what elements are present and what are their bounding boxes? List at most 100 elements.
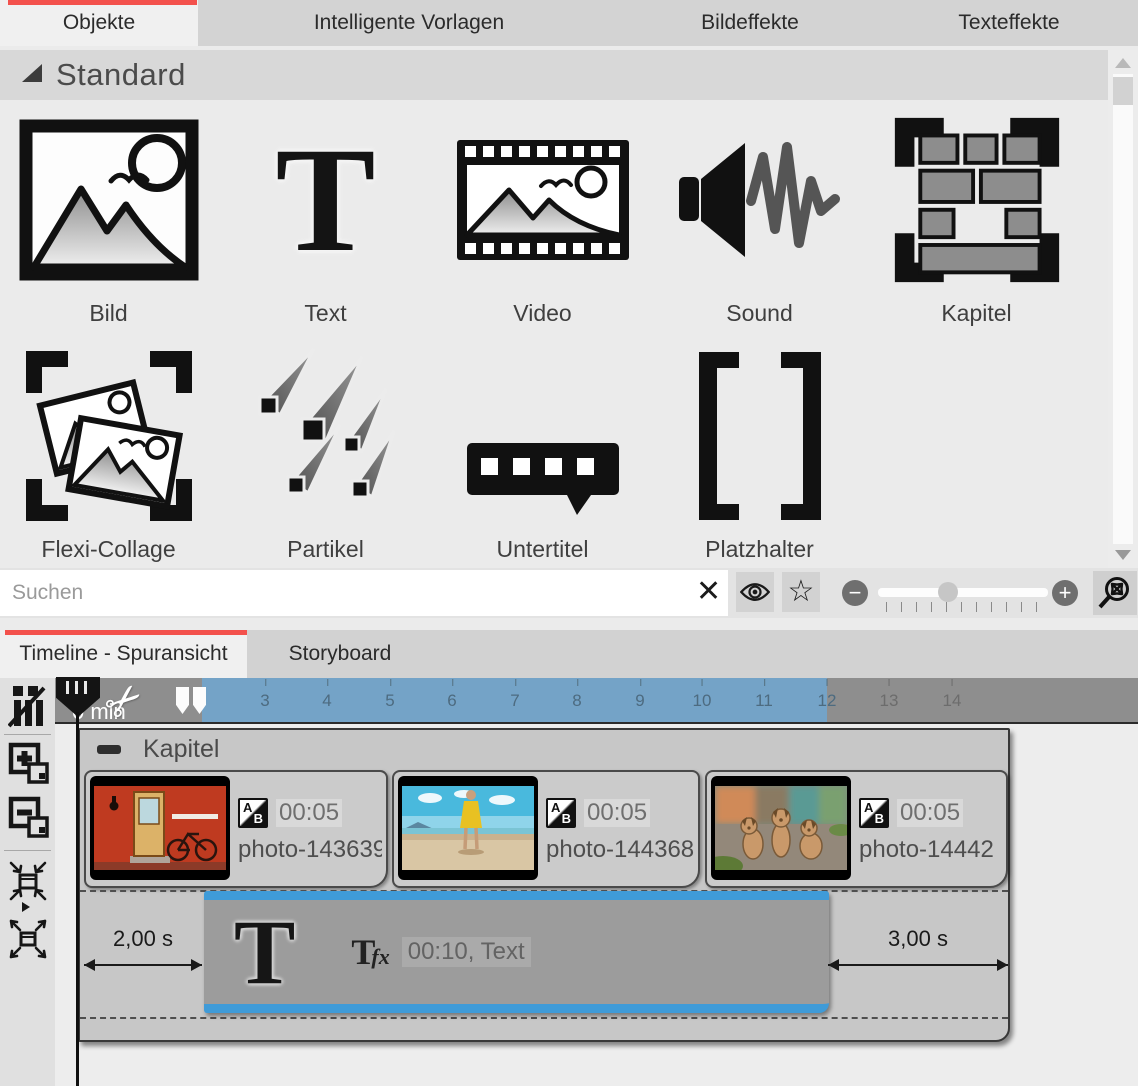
tab-intelligente-vorlagen[interactable]: Intelligente Vorlagen bbox=[198, 0, 620, 46]
placeholder-icon bbox=[665, 340, 855, 532]
chapter-track-group: Kapitel bbox=[78, 728, 1010, 1042]
flexi-collage-icon bbox=[14, 340, 204, 532]
toggle-track-header-button[interactable] bbox=[8, 684, 46, 733]
preview-visibility-button[interactable] bbox=[736, 572, 774, 612]
ruler-number: 5 bbox=[385, 678, 394, 724]
slider-tick-marks bbox=[886, 602, 1046, 612]
search-row: ✕ ☆ − + bbox=[0, 568, 1138, 618]
star-icon: ☆ bbox=[788, 577, 815, 607]
tab-objekte[interactable]: Objekte bbox=[0, 0, 198, 46]
scrollbar-track[interactable] bbox=[1113, 74, 1133, 544]
timeline-view-tabs: Timeline - Spuransicht Storyboard bbox=[0, 630, 1138, 678]
tab-label: Objekte bbox=[63, 11, 135, 35]
clip-duration: 00:05 bbox=[897, 799, 963, 827]
transition-ab-icon[interactable]: AB bbox=[859, 798, 889, 828]
favorites-button[interactable]: ☆ bbox=[782, 572, 820, 612]
ruler-number: 14 bbox=[943, 678, 962, 724]
object-label: Kapitel bbox=[941, 300, 1011, 327]
playhead-line[interactable] bbox=[76, 712, 79, 1086]
remove-track-button[interactable] bbox=[8, 796, 50, 851]
tab-label: Timeline - Spuransicht bbox=[19, 642, 227, 666]
ruler-number: 3 bbox=[260, 678, 269, 724]
clip-thumbnail bbox=[711, 776, 851, 880]
expand-view-icon bbox=[8, 916, 48, 964]
object-label: Partikel bbox=[287, 536, 364, 563]
track-header: Kapitel bbox=[80, 730, 1008, 768]
gap-duration-label: 2,00 s bbox=[84, 926, 202, 952]
object-label: Video bbox=[513, 300, 571, 327]
image-icon bbox=[14, 104, 204, 296]
zoom-fit-button[interactable] bbox=[1093, 571, 1137, 615]
clip-info: AB 00:05 photo-143639 bbox=[238, 776, 382, 882]
timeline-clip[interactable]: AB 00:05 photo-14442 bbox=[705, 770, 1008, 888]
object-label: Flexi-Collage bbox=[41, 536, 175, 563]
clip-thumbnail bbox=[398, 776, 538, 880]
toolbar-separator bbox=[4, 734, 51, 735]
object-item-sound[interactable]: Sound bbox=[651, 104, 868, 336]
ruler-number: 8 bbox=[572, 678, 581, 724]
transition-ab-icon[interactable]: AB bbox=[546, 798, 576, 828]
clip-filename: photo-143639 bbox=[238, 836, 382, 864]
gap-duration-label: 3,00 s bbox=[828, 926, 1008, 952]
insert-position-marker[interactable] bbox=[176, 687, 206, 714]
tab-texteffekte[interactable]: Texteffekte bbox=[880, 0, 1138, 46]
text-object-info: 00:10, Text bbox=[402, 937, 531, 967]
zoom-in-button[interactable]: + bbox=[1052, 580, 1078, 606]
object-label: Bild bbox=[89, 300, 127, 327]
sound-icon bbox=[665, 104, 855, 296]
magnifier-fit-icon bbox=[1098, 576, 1132, 610]
ruler-number: 4 bbox=[322, 678, 331, 724]
tab-bildeffekte[interactable]: Bildeffekte bbox=[620, 0, 880, 46]
section-header-standard[interactable]: Standard bbox=[0, 50, 1108, 100]
collapse-triangle-icon bbox=[22, 64, 42, 82]
icon-size-slider-track[interactable] bbox=[878, 588, 1048, 597]
transition-ab-icon[interactable]: AB bbox=[238, 798, 268, 828]
object-item-video[interactable]: Video bbox=[434, 104, 651, 336]
object-item-flexi-collage[interactable]: Flexi-Collage bbox=[0, 340, 217, 572]
zoom-selection-button[interactable] bbox=[8, 858, 48, 919]
tab-storyboard[interactable]: Storyboard bbox=[247, 630, 433, 678]
toolbar-separator bbox=[4, 850, 51, 851]
ruler-number: 10 bbox=[693, 678, 712, 724]
track-divider-dashed bbox=[80, 1017, 1008, 1019]
scroll-up-icon[interactable] bbox=[1115, 58, 1131, 68]
object-item-bild[interactable]: Bild bbox=[0, 104, 217, 336]
track-name: Kapitel bbox=[143, 735, 219, 764]
object-item-kapitel[interactable]: Kapitel bbox=[868, 104, 1085, 336]
text-object-selected[interactable]: T Tfx 00:10, Text bbox=[204, 891, 829, 1013]
particle-icon bbox=[231, 340, 421, 532]
timeline-clip[interactable]: AB 00:05 photo-144368 bbox=[392, 770, 700, 888]
tab-label: Bildeffekte bbox=[701, 11, 799, 35]
zoom-all-button[interactable] bbox=[8, 916, 48, 969]
search-input[interactable] bbox=[0, 570, 728, 616]
eye-icon bbox=[740, 582, 770, 602]
object-item-text[interactable]: T Text bbox=[217, 104, 434, 336]
collapse-track-button[interactable] bbox=[97, 745, 121, 754]
clip-filename: photo-144368 bbox=[546, 836, 694, 864]
timeline-ruler[interactable]: 3 4 5 6 7 8 9 10 11 12 13 14 bbox=[55, 678, 1138, 724]
gap-after: 3,00 s bbox=[828, 926, 1008, 966]
ruler-number: 9 bbox=[635, 678, 644, 724]
scroll-down-icon[interactable] bbox=[1115, 550, 1131, 560]
timeline-toolbar bbox=[0, 678, 55, 1086]
clip-info: AB 00:05 photo-144368 bbox=[546, 776, 694, 882]
icon-size-slider-thumb[interactable] bbox=[938, 582, 958, 602]
remove-track-icon bbox=[8, 796, 50, 846]
scrollbar-thumb[interactable] bbox=[1113, 77, 1133, 105]
clear-search-icon[interactable]: ✕ bbox=[696, 574, 721, 609]
timeline-clip[interactable]: AB 00:05 photo-143639 bbox=[84, 770, 388, 888]
ruler-number: 11 bbox=[755, 678, 773, 724]
zoom-out-button[interactable]: − bbox=[842, 580, 868, 606]
object-label: Sound bbox=[726, 300, 793, 327]
add-track-button[interactable] bbox=[8, 742, 50, 797]
objects-scrollbar bbox=[1108, 50, 1138, 568]
object-item-partikel[interactable]: Partikel bbox=[217, 340, 434, 572]
gap-before: 2,00 s bbox=[84, 926, 202, 966]
tab-label: Intelligente Vorlagen bbox=[314, 11, 504, 35]
tab-label: Storyboard bbox=[289, 642, 392, 666]
track-options-icon bbox=[8, 684, 46, 728]
object-item-platzhalter[interactable]: Platzhalter bbox=[651, 340, 868, 572]
ruler-number: 7 bbox=[510, 678, 519, 724]
object-item-untertitel[interactable]: Untertitel bbox=[434, 340, 651, 572]
ruler-number: 13 bbox=[880, 678, 899, 724]
